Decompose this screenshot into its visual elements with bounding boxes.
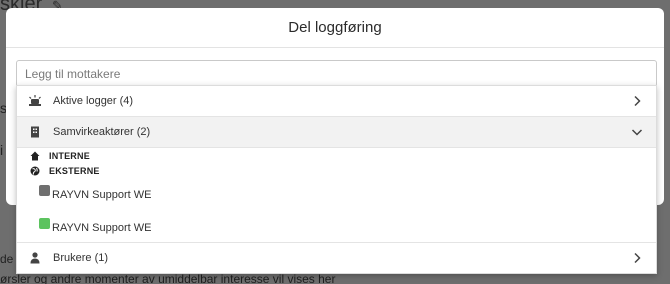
group-label: Aktive logger (4) [53,95,134,107]
group-label: Brukere (1) [53,252,109,264]
subgroup-internal: INTERNE [17,148,656,163]
member-label: RAYVN Support WE [52,221,152,234]
incident-icon [28,94,42,108]
recipient-dropdown: Aktive logger (4) Samvirkeaktører (2) IN… [16,85,657,274]
chevron-down-icon [630,125,644,139]
color-swatch [39,185,50,196]
member-item[interactable]: RAYVN Support WE [17,211,656,244]
globe-icon [29,165,40,176]
subgroup-external: EKSTERNE [17,163,656,178]
member-label: RAYVN Support WE [52,188,152,201]
background-text: i [0,142,4,158]
group-collaborators[interactable]: Samvirkeaktører (2) [17,117,656,148]
member-item[interactable]: RAYVN Support WE [17,178,656,211]
recipient-search-input[interactable] [16,60,657,87]
group-active-logs[interactable]: Aktive logger (4) [17,86,656,117]
building-icon [28,125,42,139]
person-icon [28,251,42,265]
color-swatch [39,218,50,229]
chevron-right-icon [630,94,644,108]
home-icon [29,150,40,161]
dialog-header: Del loggføring [6,8,664,48]
subgroup-label: EKSTERNE [49,165,100,176]
subgroup-label: INTERNE [49,150,90,161]
chevron-right-icon [630,251,644,265]
group-users[interactable]: Brukere (1) [17,242,656,273]
dialog-title: Del loggføring [288,19,382,36]
group-label: Samvirkeaktører (2) [53,126,151,138]
